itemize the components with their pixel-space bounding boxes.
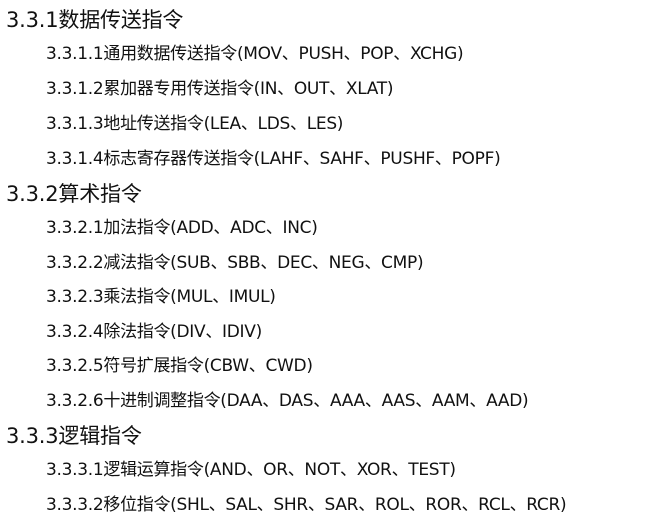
list-item: 3.3.1.1通用数据传送指令(MOV、PUSH、POP、XCHG) xyxy=(46,44,464,64)
section-heading-arithmetic: 3.3.2算术指令 xyxy=(6,182,142,206)
list-item: 3.3.3.2移位指令(SHL、SAL、SHR、SAR、ROL、ROR、RCL、… xyxy=(46,495,567,515)
list-item: 3.3.1.3地址传送指令(LEA、LDS、LES) xyxy=(46,114,344,134)
list-item: 3.3.2.4除法指令(DIV、IDIV) xyxy=(46,322,262,342)
list-item: 3.3.2.3乘法指令(MUL、IMUL) xyxy=(46,287,276,307)
section-heading-data-transfer: 3.3.1数据传送指令 xyxy=(6,8,184,32)
list-item: 3.3.2.6十进制调整指令(DAA、DAS、AAA、AAS、AAM、AAD) xyxy=(46,391,529,411)
list-item: 3.3.3.1逻辑运算指令(AND、OR、NOT、XOR、TEST) xyxy=(46,460,456,480)
list-item: 3.3.2.1加法指令(ADD、ADC、INC) xyxy=(46,218,318,238)
list-item: 3.3.1.2累加器专用传送指令(IN、OUT、XLAT) xyxy=(46,79,394,99)
table-of-contents: 3.3.1数据传送指令 3.3.1.1通用数据传送指令(MOV、PUSH、POP… xyxy=(0,0,647,522)
list-item: 3.3.1.4标志寄存器传送指令(LAHF、SAHF、PUSHF、POPF) xyxy=(46,149,501,169)
list-item: 3.3.2.2减法指令(SUB、SBB、DEC、NEG、CMP) xyxy=(46,253,424,273)
list-item: 3.3.2.5符号扩展指令(CBW、CWD) xyxy=(46,356,313,376)
section-heading-logic: 3.3.3逻辑指令 xyxy=(6,424,142,448)
